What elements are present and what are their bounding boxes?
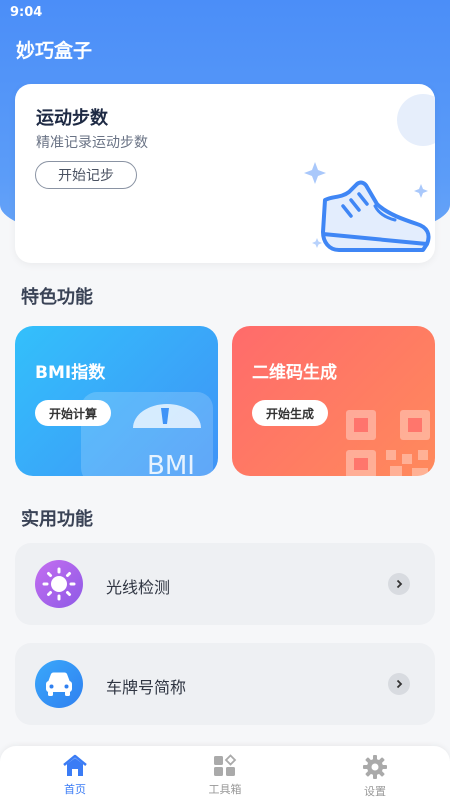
featured-section-title: 特色功能 bbox=[21, 287, 93, 308]
utility-section-title: 实用功能 bbox=[21, 509, 93, 530]
decor-circle bbox=[397, 94, 435, 146]
start-generate-button[interactable]: 开始生成 bbox=[252, 400, 328, 426]
plate-abbrev-label: 车牌号简称 bbox=[106, 678, 187, 697]
bmi-card[interactable]: BMI BMI指数 开始计算 bbox=[15, 326, 218, 476]
bmi-art-text: BMI bbox=[147, 451, 195, 476]
bottom-navigation: 首页 工具箱 设置 bbox=[0, 746, 450, 800]
step-counter-card[interactable]: 运动步数 精准记录运动步数 开始记步 bbox=[15, 84, 435, 263]
chevron-right-icon[interactable] bbox=[388, 573, 410, 595]
nav-home-label: 首页 bbox=[64, 783, 86, 796]
qrcode-illustration-icon bbox=[346, 410, 430, 476]
light-detection-item[interactable]: 光线检测 bbox=[15, 543, 435, 625]
sun-icon bbox=[35, 560, 83, 608]
nav-home[interactable]: 首页 bbox=[45, 754, 105, 797]
step-counter-subtitle: 精准记录运动步数 bbox=[36, 135, 148, 151]
nav-toolbox-label: 工具箱 bbox=[208, 783, 242, 796]
step-counter-title: 运动步数 bbox=[36, 108, 108, 129]
start-step-count-button[interactable]: 开始记步 bbox=[35, 161, 137, 189]
car-icon bbox=[35, 660, 83, 708]
toolbox-icon bbox=[214, 754, 237, 776]
status-time: 9:04 bbox=[10, 5, 43, 20]
bmi-card-title: BMI指数 bbox=[35, 363, 106, 383]
nav-settings[interactable]: 设置 bbox=[345, 754, 405, 799]
nav-settings-label: 设置 bbox=[364, 785, 386, 798]
start-calculate-button[interactable]: 开始计算 bbox=[35, 400, 111, 426]
gear-icon bbox=[363, 755, 387, 779]
qrcode-card-title: 二维码生成 bbox=[252, 363, 337, 383]
nav-toolbox[interactable]: 工具箱 bbox=[195, 754, 255, 797]
light-detection-label: 光线检测 bbox=[106, 578, 171, 597]
home-icon bbox=[63, 754, 87, 776]
chevron-right-icon[interactable] bbox=[388, 673, 410, 695]
app-title: 妙巧盒子 bbox=[16, 40, 93, 62]
qrcode-card[interactable]: 二维码生成 开始生成 bbox=[232, 326, 435, 476]
plate-abbrev-item[interactable]: 车牌号简称 bbox=[15, 643, 435, 725]
shoe-illustration-icon bbox=[304, 162, 431, 252]
